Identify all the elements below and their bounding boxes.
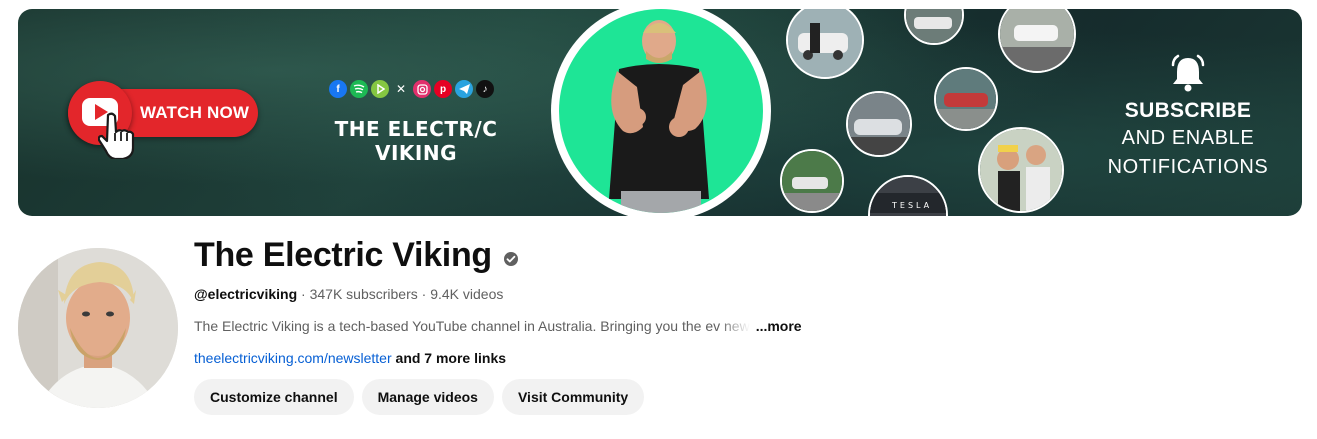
instagram-icon [413, 80, 431, 98]
manage-videos-button[interactable]: Manage videos [361, 379, 494, 415]
thumb-tesla-store: TESLA [868, 175, 948, 216]
hand-cursor-icon [98, 112, 135, 159]
description-fade-text: new [720, 318, 750, 334]
watch-now-label: WATCH NOW [140, 103, 250, 122]
thumb-car-6 [780, 149, 844, 213]
meta-separator: · [421, 286, 427, 302]
channel-banner: WATCH NOW f ✕ p ♪ THE ELECTR/C VIKING TE… [18, 9, 1302, 216]
telegram-icon [455, 80, 473, 98]
more-links-button[interactable]: and 7 more links [396, 350, 506, 366]
spotify-icon [350, 80, 368, 98]
thumb-people [978, 127, 1064, 213]
thumb-car-4 [846, 91, 912, 157]
thumb-car-2 [904, 9, 964, 45]
description-text: The Electric Viking is a tech-based YouT… [194, 318, 721, 334]
channel-meta: @electricviking · 347K subscribers · 9.4… [194, 286, 503, 302]
customize-channel-button[interactable]: Customize channel [194, 379, 354, 415]
video-count: 9.4K videos [430, 286, 504, 302]
banner-portrait [551, 9, 771, 216]
banner-brand-title: THE ELECTR/C VIKING [334, 117, 498, 165]
channel-actions: Customize channel Manage videos Visit Co… [194, 379, 645, 415]
subscribe-line-2: NOTIFICATIONS [1107, 156, 1269, 178]
rumble-icon [371, 80, 389, 98]
tesla-text: TESLA [891, 201, 932, 210]
verified-badge-icon [503, 251, 519, 272]
thumb-car-1 [786, 9, 864, 79]
channel-avatar[interactable] [18, 248, 178, 408]
tiktok-icon: ♪ [476, 80, 494, 98]
subscriber-count: 347K subscribers [309, 286, 418, 302]
thumb-car-3 [998, 9, 1076, 73]
bell-icon [1168, 53, 1208, 98]
subscribe-line-1: AND ENABLE [1121, 127, 1255, 149]
pinterest-icon: p [434, 80, 452, 98]
subscribe-title: SUBSCRIBE [1124, 99, 1252, 122]
thumb-car-5 [934, 67, 998, 131]
visit-community-button[interactable]: Visit Community [501, 379, 645, 415]
social-icons-row: f ✕ p ♪ [329, 80, 494, 98]
channel-name: The Electric Viking [194, 236, 492, 274]
channel-links: theelectricviking.com/newsletter and 7 m… [194, 350, 506, 366]
meta-separator: · [301, 286, 306, 302]
newsletter-link[interactable]: theelectricviking.com/newsletter [194, 350, 392, 366]
more-button[interactable]: ...more [756, 318, 802, 334]
watch-now-badge[interactable]: WATCH NOW [68, 81, 258, 161]
channel-handle: @electricviking [194, 286, 298, 302]
facebook-icon: f [329, 80, 347, 98]
channel-description[interactable]: The Electric Viking is a tech-based YouT… [194, 318, 802, 334]
x-icon: ✕ [395, 82, 407, 96]
